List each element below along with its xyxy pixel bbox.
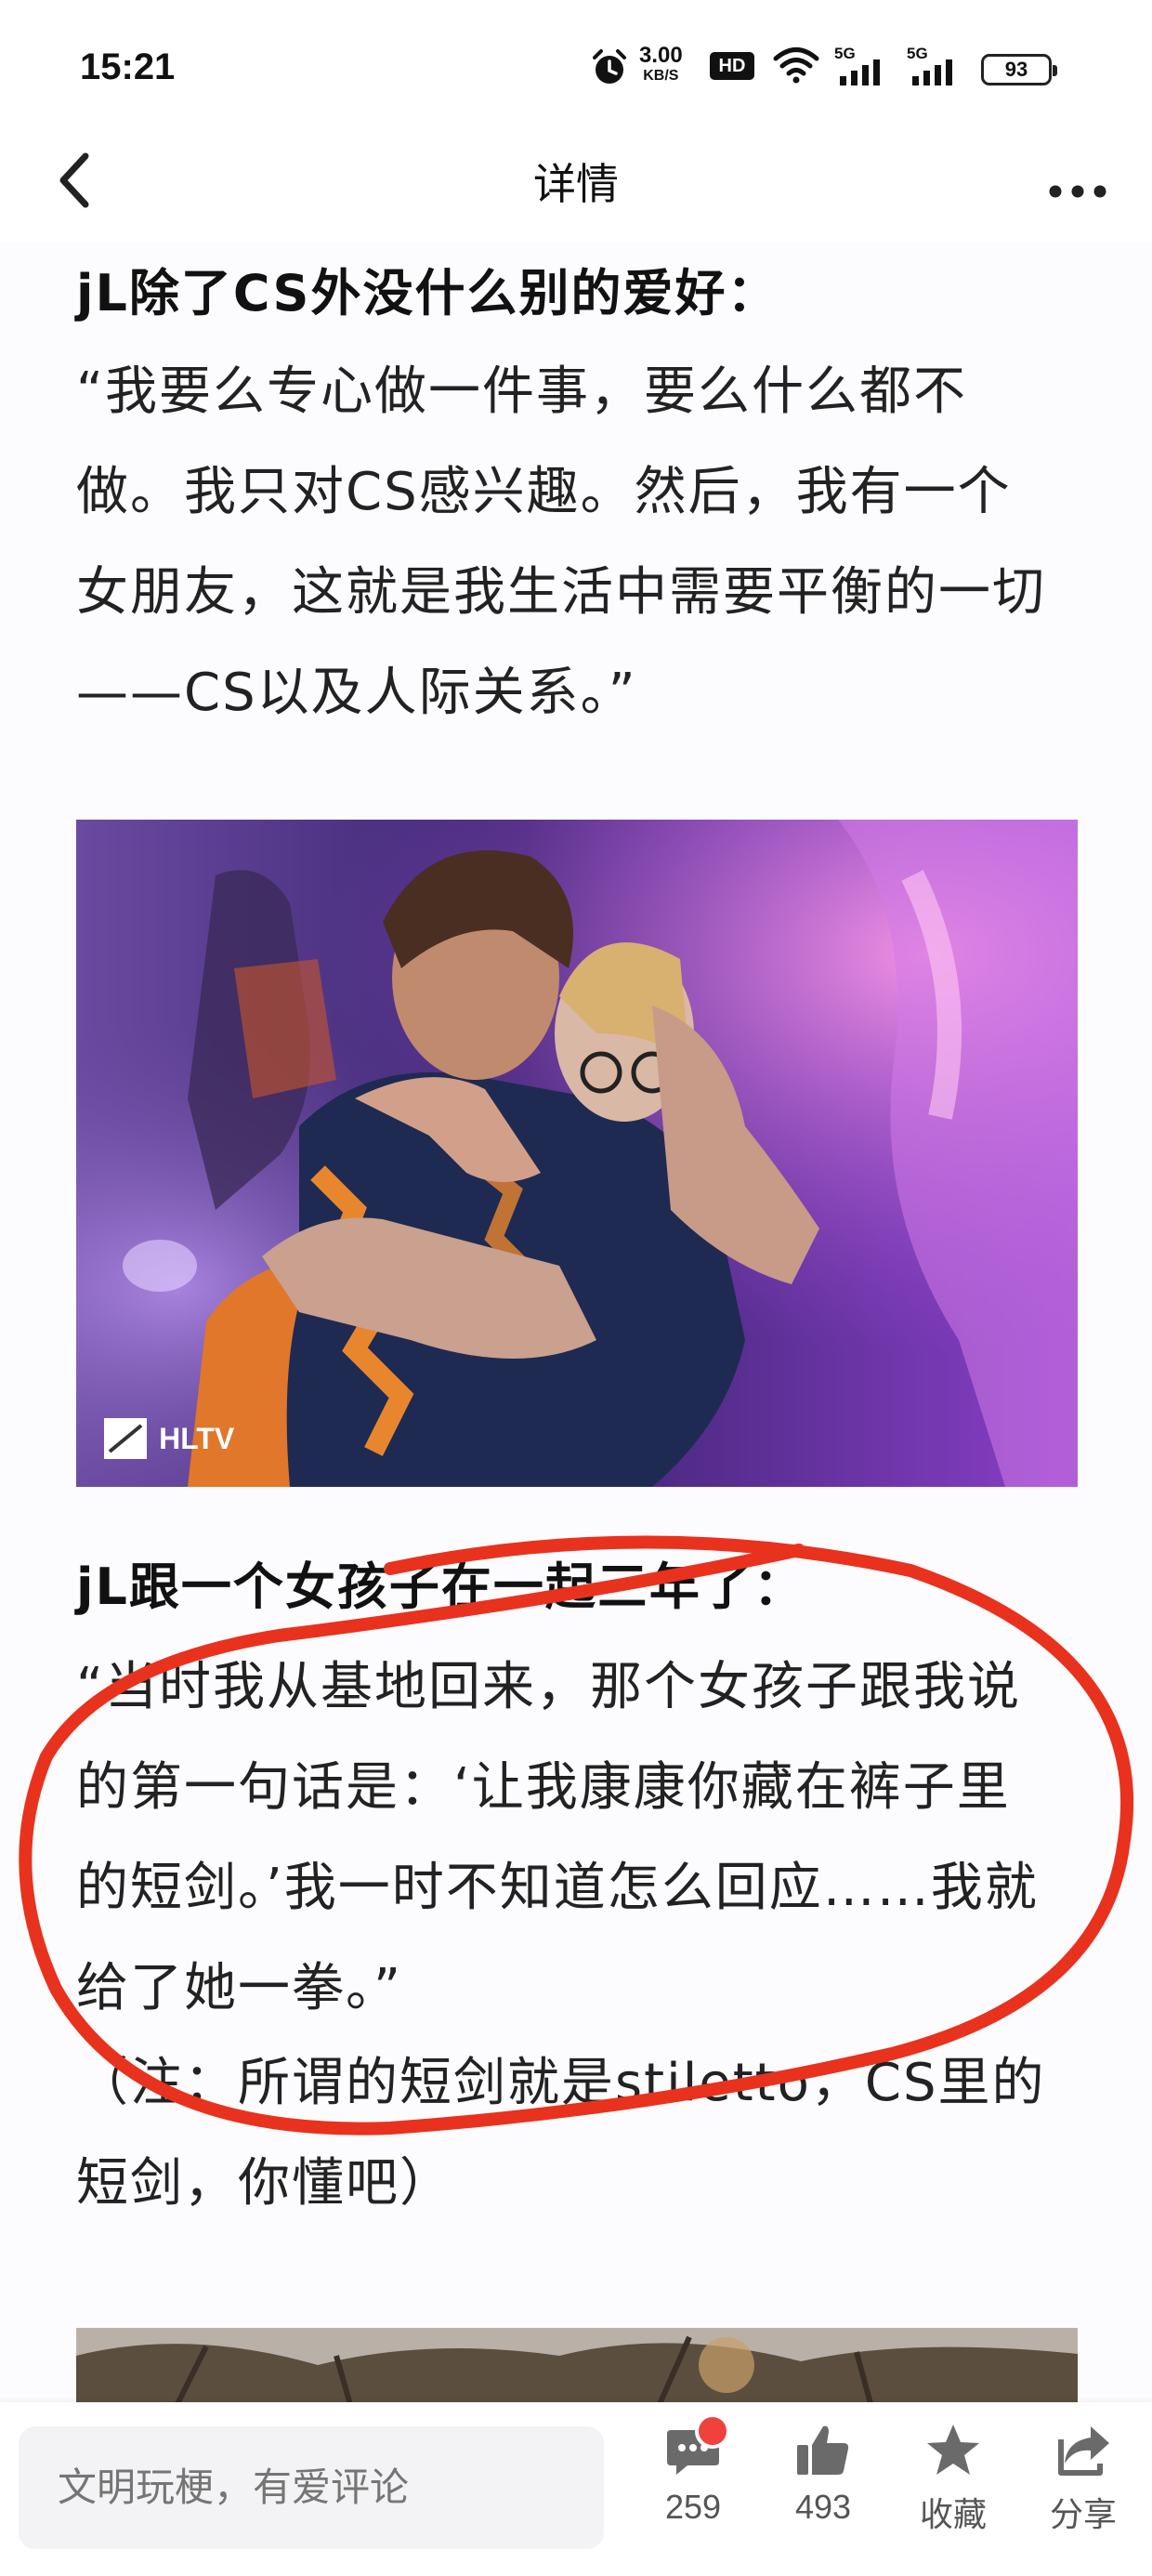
quote-line: ——CS以及人际关系。”: [76, 663, 637, 723]
quote-line: 的短剑。’我一时不知道怎么回应……我就: [76, 1858, 1039, 1918]
star-icon: [927, 2425, 979, 2475]
nav-bar: 详情: [0, 130, 1152, 242]
app-root: 15:21 3.00 KB/S HD 5G 5G 93 详情 jL除了CS外没什…: [0, 0, 1152, 2576]
comment-input[interactable]: [19, 2426, 604, 2549]
thumbs-up-icon: [797, 2425, 849, 2475]
section-heading-hobbies: jL除了CS外没什么别的爱好：: [76, 264, 779, 322]
alarm-icon: [593, 49, 626, 84]
quote-hobbies: “我要么专心做一件事，要么什么都不 做。我只对CS感兴趣。然后，我有一个 女朋友…: [76, 342, 1046, 743]
page-title: 详情: [533, 159, 619, 209]
quote-line: “我要么专心做一件事，要么什么都不: [76, 361, 968, 422]
status-icons: 3.00 KB/S HD 5G 5G 93: [591, 45, 1074, 91]
wifi-icon: [773, 47, 819, 84]
share-label: 分享: [1049, 2495, 1117, 2533]
photo-illustration: [76, 820, 1078, 1487]
hltv-watermark-text: HLTV: [159, 1421, 235, 1455]
quote-line: 做。我只对CS感兴趣。然后，我有一个: [76, 462, 1012, 522]
net-speed-value: 3.00: [639, 43, 683, 68]
hd-voice-badge: HD: [710, 52, 754, 80]
note-line: （注：所谓的短剑就是stiletto，CS里的: [76, 2053, 1046, 2113]
quote-line: 给了她一拳。”: [76, 1958, 403, 2018]
quote-line: 女朋友，这就是我生活中需要平衡的一切: [76, 562, 1046, 623]
comments-count: 259: [664, 2488, 722, 2526]
favorite-button[interactable]: 收藏: [897, 2421, 1009, 2536]
cell-signal-1: 5G: [834, 45, 890, 87]
status-time: 15:21: [80, 46, 176, 87]
share-icon: [1058, 2426, 1109, 2476]
article-photo-hug[interactable]: HLTV: [76, 820, 1078, 1487]
signal-bars-icon: [912, 59, 952, 85]
share-button[interactable]: 分享: [1028, 2421, 1139, 2536]
quote-line: 的第一句话是：‘让我康康你藏在裤子里: [76, 1757, 1011, 1818]
signal-bars-icon: [840, 59, 880, 85]
battery-indicator: 93: [981, 54, 1057, 85]
like-button[interactable]: 493: [767, 2421, 879, 2527]
net-speed-unit: KB/S: [643, 68, 679, 84]
note-line: 短剑，你懂吧）: [76, 2153, 453, 2214]
more-horizontal-icon[interactable]: [1041, 149, 1115, 214]
hltv-logo-icon: [104, 1418, 147, 1459]
quote-line: “当时我从基地回来，那个女孩子跟我说: [76, 1657, 1022, 1717]
hot-badge-icon: [695, 2413, 730, 2449]
cell-signal-2: 5G: [907, 45, 962, 87]
status-bar: 15:21 3.00 KB/S HD 5G 5G 93: [0, 0, 1152, 130]
likes-count: 493: [794, 2488, 852, 2526]
bottom-action-bar: 259 493 收藏 分享: [0, 2402, 1152, 2576]
note-paragraph: （注：所谓的短剑就是stiletto，CS里的 短剑，你懂吧）: [76, 2033, 1046, 2234]
hltv-watermark: HLTV: [104, 1418, 234, 1459]
net-speed: 3.00 KB/S: [639, 45, 683, 84]
section-heading-girlfriend: jL跟一个女孩子在一起三年了：: [76, 1557, 805, 1616]
favorite-label: 收藏: [919, 2495, 987, 2533]
quote-girlfriend: “当时我从基地回来，那个女孩子跟我说 的第一句话是：‘让我康康你藏在裤子里 的短…: [76, 1637, 1039, 2039]
comments-button[interactable]: 259: [637, 2413, 749, 2527]
